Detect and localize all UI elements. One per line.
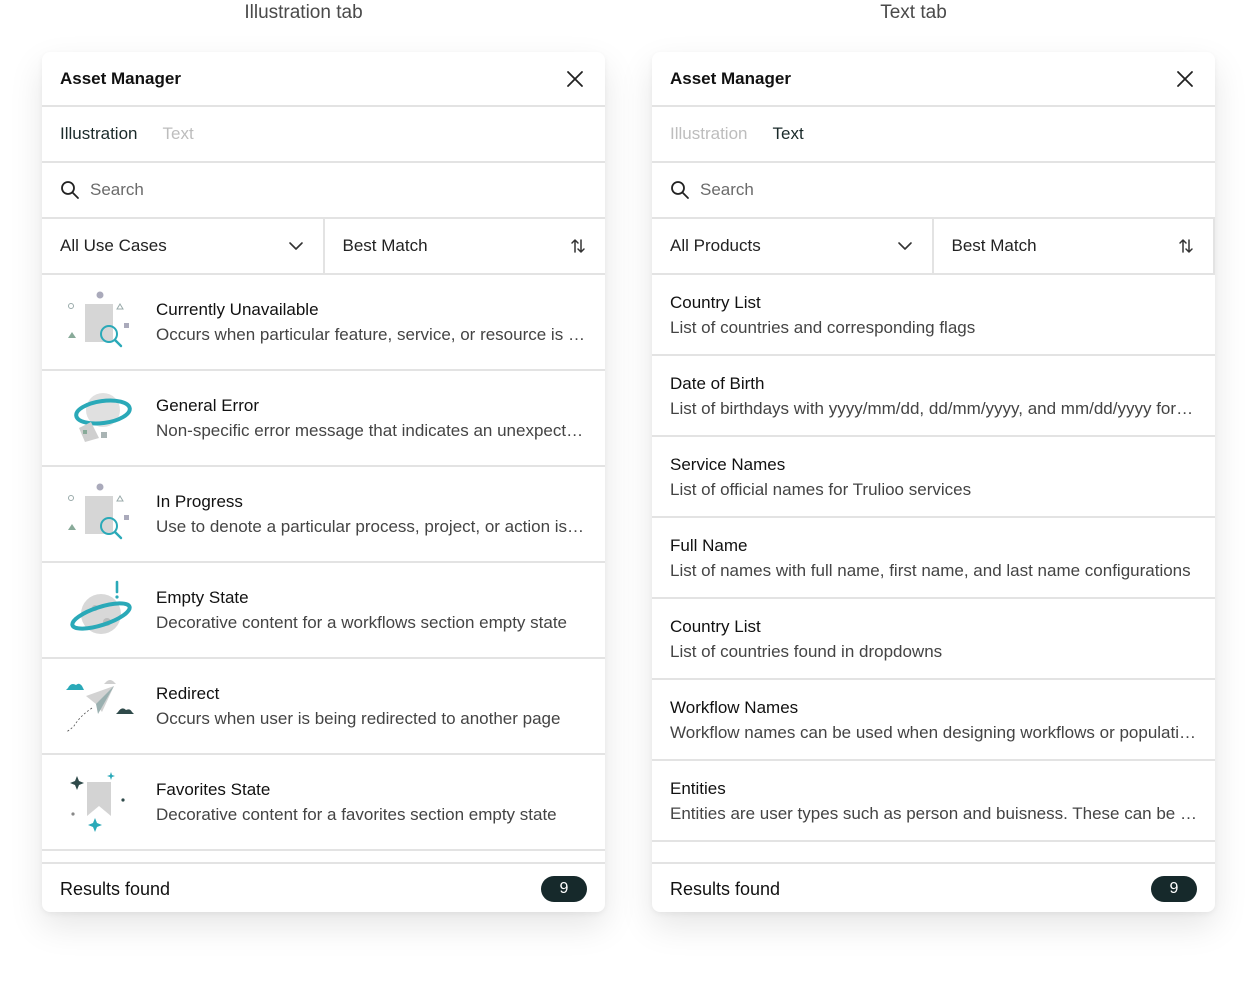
item-description: List of countries and corresponding flag… <box>670 317 976 337</box>
chevron-down-icon <box>287 237 305 255</box>
asset-manager-illustration-panel: Asset Manager Illustration Text All Use … <box>42 52 605 912</box>
item-title: Full Name <box>670 535 748 555</box>
results-count-badge: 9 <box>541 876 587 902</box>
item-description: Decorative content for a workflows secti… <box>156 613 568 632</box>
results-count-badge: 9 <box>1151 876 1197 902</box>
search-input[interactable] <box>90 180 587 200</box>
item-description: List of official names for Trulioo servi… <box>670 479 972 499</box>
bookmark-sparkle-icon <box>60 767 140 837</box>
list-item[interactable]: General Error Non-specific error message… <box>42 371 605 467</box>
paper-plane-icon <box>60 671 140 741</box>
planet-alert-icon <box>60 575 140 645</box>
search-icon <box>670 180 690 200</box>
product-dropdown-value: All Products <box>670 236 761 255</box>
results-label: Results found <box>670 878 781 899</box>
text-tab-caption: Text tab <box>880 2 947 23</box>
item-title: Entities <box>670 778 726 798</box>
list-item[interactable]: Country List List of countries and corre… <box>652 275 1215 356</box>
text-asset-list: Country List List of countries and corre… <box>652 275 1215 862</box>
illustration-tab-caption: Illustration tab <box>244 2 363 23</box>
sort-icon <box>569 237 587 255</box>
illustration-list: Currently Unavailable Occurs when partic… <box>42 275 605 862</box>
tab-bar: Illustration Text <box>652 107 1215 163</box>
list-item[interactable]: Date of Birth List of birthdays with yyy… <box>652 356 1215 437</box>
sort-icon <box>1177 237 1195 255</box>
item-description: Workflow names can be used when designin… <box>670 722 1197 742</box>
tab-bar: Illustration Text <box>42 107 605 163</box>
close-icon <box>1177 70 1193 87</box>
list-item[interactable]: Redirect Occurs when user is being redir… <box>42 659 605 755</box>
sort-dropdown-value: Best Match <box>342 236 428 255</box>
panel-title: Asset Manager <box>60 68 181 88</box>
list-item[interactable]: Full Name List of names with full name, … <box>652 518 1215 599</box>
filter-bar: All Products Best Match <box>652 219 1215 275</box>
item-title: General Error <box>156 396 259 415</box>
search-illustration-icon <box>60 287 140 357</box>
item-title: Country List <box>670 292 761 312</box>
search-bar <box>42 163 605 219</box>
planet-error-icon <box>60 383 140 453</box>
search-input[interactable] <box>700 180 1197 200</box>
item-title: Empty State <box>156 588 249 607</box>
panel-title: Asset Manager <box>670 68 791 88</box>
close-icon <box>567 70 583 87</box>
list-item[interactable]: Service Names List of official names for… <box>652 437 1215 518</box>
sort-dropdown-value: Best Match <box>951 236 1037 255</box>
list-item[interactable]: Favorites State Decorative content for a… <box>42 755 605 851</box>
search-icon <box>60 180 80 200</box>
item-description: Non-specific error message that indicate… <box>156 421 587 440</box>
item-description: Decorative content for a favorites secti… <box>156 805 557 824</box>
use-case-dropdown-value: All Use Cases <box>60 236 167 255</box>
results-label: Results found <box>60 878 171 899</box>
tab-illustration[interactable]: Illustration <box>60 124 137 144</box>
use-case-dropdown[interactable]: All Use Cases <box>42 219 323 273</box>
close-button[interactable] <box>1173 67 1197 91</box>
item-description: Occurs when user is being redirected to … <box>156 709 561 728</box>
asset-manager-text-panel: Asset Manager Illustration Text All Prod… <box>652 52 1215 912</box>
sort-dropdown[interactable]: Best Match <box>322 219 606 273</box>
results-footer: Results found 9 <box>42 862 605 912</box>
product-dropdown[interactable]: All Products <box>652 219 932 273</box>
list-item[interactable]: Country List List of countries found in … <box>652 599 1215 680</box>
tab-illustration[interactable]: Illustration <box>670 124 747 144</box>
item-title: Redirect <box>156 684 220 703</box>
list-item[interactable]: In Progress Use to denote a particular p… <box>42 467 605 563</box>
close-button[interactable] <box>563 67 587 91</box>
list-item[interactable]: Currently Unavailable Occurs when partic… <box>42 275 605 371</box>
item-description: Use to denote a particular process, proj… <box>156 517 587 536</box>
list-item[interactable]: Empty State Decorative content for a wor… <box>42 563 605 659</box>
tab-text[interactable]: Text <box>162 124 193 144</box>
sort-dropdown[interactable]: Best Match <box>931 219 1214 273</box>
search-illustration-icon <box>60 479 140 549</box>
item-description: List of birthdays with yyyy/mm/dd, dd/mm… <box>670 398 1197 418</box>
item-description: List of countries found in dropdowns <box>670 641 943 661</box>
search-bar <box>652 163 1215 219</box>
filter-bar: All Use Cases Best Match <box>42 219 605 275</box>
item-title: In Progress <box>156 492 243 511</box>
item-title: Workflow Names <box>670 697 799 717</box>
results-footer: Results found 9 <box>652 862 1215 912</box>
item-title: Currently Unavailable <box>156 300 319 319</box>
tab-text[interactable]: Text <box>772 124 803 144</box>
list-item[interactable]: Workflow Names Workflow names can be use… <box>652 680 1215 761</box>
item-title: Service Names <box>670 454 786 474</box>
panel-header: Asset Manager <box>652 52 1215 107</box>
list-item[interactable]: Entities Entities are user types such as… <box>652 761 1215 842</box>
item-title: Country List <box>670 616 761 636</box>
item-title: Favorites State <box>156 780 271 799</box>
item-description: List of names with full name, first name… <box>670 560 1191 580</box>
panel-header: Asset Manager <box>42 52 605 107</box>
item-description: Occurs when particular feature, service,… <box>156 325 587 344</box>
item-title: Date of Birth <box>670 373 765 393</box>
item-description: Entities are user types such as person a… <box>670 803 1197 823</box>
chevron-down-icon <box>896 237 914 255</box>
